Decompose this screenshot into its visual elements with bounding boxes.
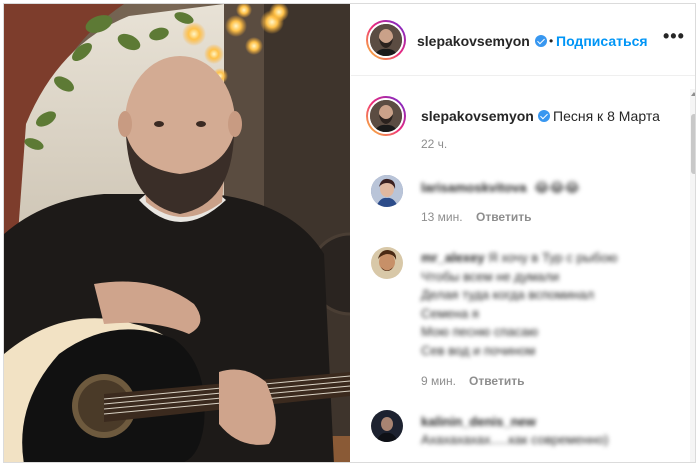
comment-text: mr_alexey Я хочу в Тур с рыбою Чтобы все… — [421, 249, 617, 360]
avatar-image — [370, 100, 402, 132]
comment-line: Чтобы всем не думали — [421, 268, 617, 287]
header-username[interactable]: slepakovsemyon — [417, 33, 530, 49]
video-frame — [4, 4, 350, 463]
more-options-icon[interactable]: ••• — [663, 26, 685, 47]
comment-line: Мою песню спасаю — [421, 323, 617, 342]
comment-text: kalinin_denis_new Ахахахахах.....как сов… — [421, 413, 608, 449]
comment-avatar[interactable] — [371, 247, 403, 279]
comment-line: Я хочу в Тур с рыбою — [488, 250, 617, 265]
comment-body: 😂😂😂 — [534, 180, 580, 195]
comment-username[interactable]: mr_alexey — [421, 250, 485, 265]
avatar[interactable] — [366, 20, 406, 60]
follow-button[interactable]: Подписаться — [556, 33, 648, 49]
verified-badge-icon — [538, 110, 550, 122]
caption-time[interactable]: 22 ч. — [421, 137, 447, 151]
avatar-image — [371, 410, 403, 442]
comment-line: Семена я — [421, 305, 617, 324]
verified-badge-icon — [535, 35, 547, 47]
comment-avatar[interactable] — [371, 175, 403, 207]
comments-scrollbar-thumb[interactable] — [691, 114, 696, 174]
comment-time[interactable]: 13 мин. — [421, 210, 463, 224]
comment-text: larisamoskvitova 😂😂😂 — [421, 180, 580, 196]
post-dialog: slepakovsemyon • Подписаться ••• slepako… — [3, 3, 696, 463]
caption-username[interactable]: slepakovsemyon — [421, 108, 534, 124]
avatar-image — [371, 247, 403, 279]
header-separator: • — [549, 34, 553, 48]
caption-avatar[interactable] — [366, 96, 406, 136]
caption-text: Песня к 8 Марта — [553, 108, 660, 124]
reply-button[interactable]: Ответить — [469, 374, 524, 388]
comment-username[interactable]: kalinin_denis_new — [421, 414, 536, 429]
post-header: slepakovsemyon • Подписаться ••• — [351, 4, 696, 76]
comment-avatar[interactable] — [371, 410, 403, 442]
avatar-image — [371, 175, 403, 207]
post-media[interactable] — [4, 4, 350, 463]
comment-line: Сев вод и почином — [421, 342, 617, 361]
reply-button[interactable]: Ответить — [476, 210, 531, 224]
comment-body: Ахахахахах.....как современно) — [421, 431, 608, 449]
comment-time[interactable]: 9 мин. — [421, 374, 456, 388]
comment-line: Делая туда когда вспоминал — [421, 286, 617, 305]
scroll-up-arrow-icon[interactable] — [691, 92, 696, 96]
comment-username[interactable]: larisamoskvitova — [421, 180, 527, 195]
post-sidebar: slepakovsemyon • Подписаться ••• slepako… — [351, 4, 696, 463]
avatar-image — [370, 24, 402, 56]
